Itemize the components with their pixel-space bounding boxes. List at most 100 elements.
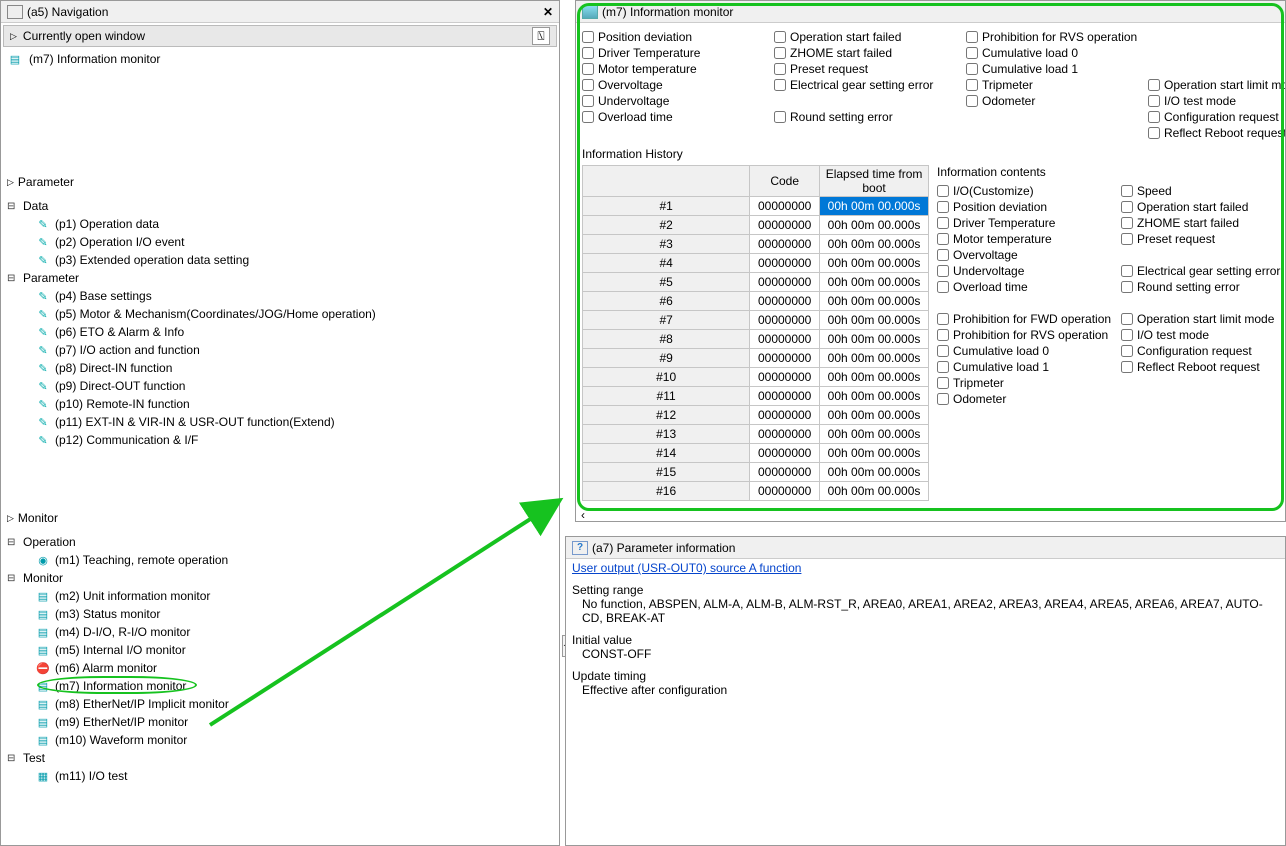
collapse-icon[interactable]: ⊟: [7, 273, 19, 284]
check-item[interactable]: Odometer: [937, 391, 1117, 407]
checkbox[interactable]: [1121, 217, 1133, 229]
history-table[interactable]: Code Elapsed time from boot #10000000000…: [582, 165, 929, 501]
checkbox[interactable]: [774, 31, 786, 43]
parameter-group[interactable]: ⊟ Parameter: [7, 269, 553, 287]
check-item[interactable]: Undervoltage: [937, 263, 1117, 279]
tree-item[interactable]: ▤(m8) EtherNet/IP Implicit monitor: [7, 695, 553, 713]
param-link[interactable]: User output (USR-OUT0) source A function: [572, 561, 801, 575]
checkbox[interactable]: [937, 393, 949, 405]
tree-item[interactable]: ✎(p3) Extended operation data setting: [7, 251, 553, 269]
check-item[interactable]: Tripmeter: [966, 77, 1146, 93]
tree-item[interactable]: ▤(m7) Information monitor: [7, 677, 553, 695]
checkbox[interactable]: [582, 31, 594, 43]
checkbox[interactable]: [582, 47, 594, 59]
check-item[interactable]: Overload time: [937, 279, 1117, 295]
checkbox[interactable]: [966, 63, 978, 75]
check-item[interactable]: Driver Temperature: [937, 215, 1117, 231]
tree-item[interactable]: ✎(p9) Direct-OUT function: [7, 377, 553, 395]
table-row[interactable]: #160000000000h 00m 00.000s: [583, 482, 929, 501]
tree-item[interactable]: ✎(p8) Direct-IN function: [7, 359, 553, 377]
checkbox[interactable]: [966, 95, 978, 107]
tree-item[interactable]: ✎(p6) ETO & Alarm & Info: [7, 323, 553, 341]
tree-item[interactable]: ⛔(m6) Alarm monitor: [7, 659, 553, 677]
check-item[interactable]: I/O test mode: [1148, 93, 1285, 109]
tree-item[interactable]: ◉(m1) Teaching, remote operation: [7, 551, 553, 569]
check-item[interactable]: Operation start limit mode: [1148, 77, 1285, 93]
checkbox[interactable]: [1121, 345, 1133, 357]
table-row[interactable]: #20000000000h 00m 00.000s: [583, 216, 929, 235]
check-item[interactable]: Motor temperature: [937, 231, 1117, 247]
collapse-icon[interactable]: ⊟: [7, 573, 19, 584]
tree-item[interactable]: ▤(m2) Unit information monitor: [7, 587, 553, 605]
checkbox[interactable]: [1121, 329, 1133, 341]
table-row[interactable]: #70000000000h 00m 00.000s: [583, 311, 929, 330]
check-item[interactable]: Reflect Reboot request: [1148, 125, 1285, 141]
scrollbar-bottom[interactable]: ‹: [576, 509, 1285, 521]
check-item[interactable]: Prohibition for RVS operation: [937, 327, 1117, 343]
table-row[interactable]: #140000000000h 00m 00.000s: [583, 444, 929, 463]
checkbox[interactable]: [937, 233, 949, 245]
check-item[interactable]: Driver Temperature: [582, 45, 772, 61]
check-item[interactable]: Cumulative load 1: [966, 61, 1146, 77]
checkbox[interactable]: [937, 249, 949, 261]
collapse-icon[interactable]: ⊟: [7, 537, 19, 548]
check-item[interactable]: I/O(Customize): [937, 183, 1117, 199]
check-item[interactable]: Configuration request: [1121, 343, 1281, 359]
checkbox[interactable]: [1148, 95, 1160, 107]
checkbox[interactable]: [966, 79, 978, 91]
currently-open-window-row[interactable]: ▷ Currently open window ⍂: [3, 25, 557, 47]
check-item[interactable]: Prohibition for RVS operation: [966, 29, 1146, 45]
tree-item[interactable]: ✎(p12) Communication & I/F: [7, 431, 553, 449]
check-item[interactable]: Motor temperature: [582, 61, 772, 77]
check-item[interactable]: Overload time: [582, 109, 772, 125]
check-item[interactable]: Operation start limit mode: [1121, 311, 1281, 327]
checkbox[interactable]: [937, 201, 949, 213]
check-item[interactable]: Cumulative load 1: [937, 359, 1117, 375]
checkbox[interactable]: [1148, 79, 1160, 91]
checkbox[interactable]: [774, 111, 786, 123]
check-item[interactable]: Position deviation: [582, 29, 772, 45]
checkbox[interactable]: [774, 63, 786, 75]
detach-icon[interactable]: ⍂: [532, 27, 550, 45]
checkbox[interactable]: [937, 377, 949, 389]
checkbox[interactable]: [582, 79, 594, 91]
table-row[interactable]: #110000000000h 00m 00.000s: [583, 387, 929, 406]
check-item[interactable]: ZHOME start failed: [1121, 215, 1281, 231]
collapse-icon[interactable]: ⊟: [7, 753, 19, 764]
table-row[interactable]: #30000000000h 00m 00.000s: [583, 235, 929, 254]
checkbox[interactable]: [1121, 281, 1133, 293]
check-item[interactable]: Undervoltage: [582, 93, 772, 109]
tree-item[interactable]: ▦(m11) I/O test: [7, 767, 553, 785]
table-row[interactable]: #40000000000h 00m 00.000s: [583, 254, 929, 273]
close-icon[interactable]: ✕: [543, 5, 553, 19]
data-group[interactable]: ⊟ Data: [7, 197, 553, 215]
check-item[interactable]: ZHOME start failed: [774, 45, 964, 61]
checkbox[interactable]: [1121, 361, 1133, 373]
checkbox[interactable]: [937, 281, 949, 293]
tree-item[interactable]: ▤(m10) Waveform monitor: [7, 731, 553, 749]
monitor-root[interactable]: ▷ Monitor: [7, 509, 553, 527]
check-item[interactable]: Overvoltage: [937, 247, 1117, 263]
checkbox[interactable]: [1148, 127, 1160, 139]
check-item[interactable]: Operation start failed: [1121, 199, 1281, 215]
scroll-left-icon[interactable]: ‹: [576, 508, 590, 521]
tree-item[interactable]: ▤(m3) Status monitor: [7, 605, 553, 623]
checkbox[interactable]: [937, 313, 949, 325]
tree-item[interactable]: ▤(m4) D-I/O, R-I/O monitor: [7, 623, 553, 641]
table-row[interactable]: #80000000000h 00m 00.000s: [583, 330, 929, 349]
tree-item[interactable]: ✎(p10) Remote-IN function: [7, 395, 553, 413]
checkbox[interactable]: [937, 361, 949, 373]
operation-group[interactable]: ⊟ Operation: [7, 533, 553, 551]
checkbox[interactable]: [1121, 201, 1133, 213]
tree-item[interactable]: ✎(p7) I/O action and function: [7, 341, 553, 359]
checkbox[interactable]: [1121, 185, 1133, 197]
check-item[interactable]: Cumulative load 0: [937, 343, 1117, 359]
tree-item[interactable]: ▤(m5) Internal I/O monitor: [7, 641, 553, 659]
check-item[interactable]: Round setting error: [774, 109, 964, 125]
open-item-row[interactable]: ▤ (m7) Information monitor: [1, 49, 559, 69]
checkbox[interactable]: [937, 265, 949, 277]
check-item[interactable]: Speed: [1121, 183, 1281, 199]
check-item[interactable]: Odometer: [966, 93, 1146, 109]
checkbox[interactable]: [1121, 313, 1133, 325]
checkbox[interactable]: [937, 329, 949, 341]
